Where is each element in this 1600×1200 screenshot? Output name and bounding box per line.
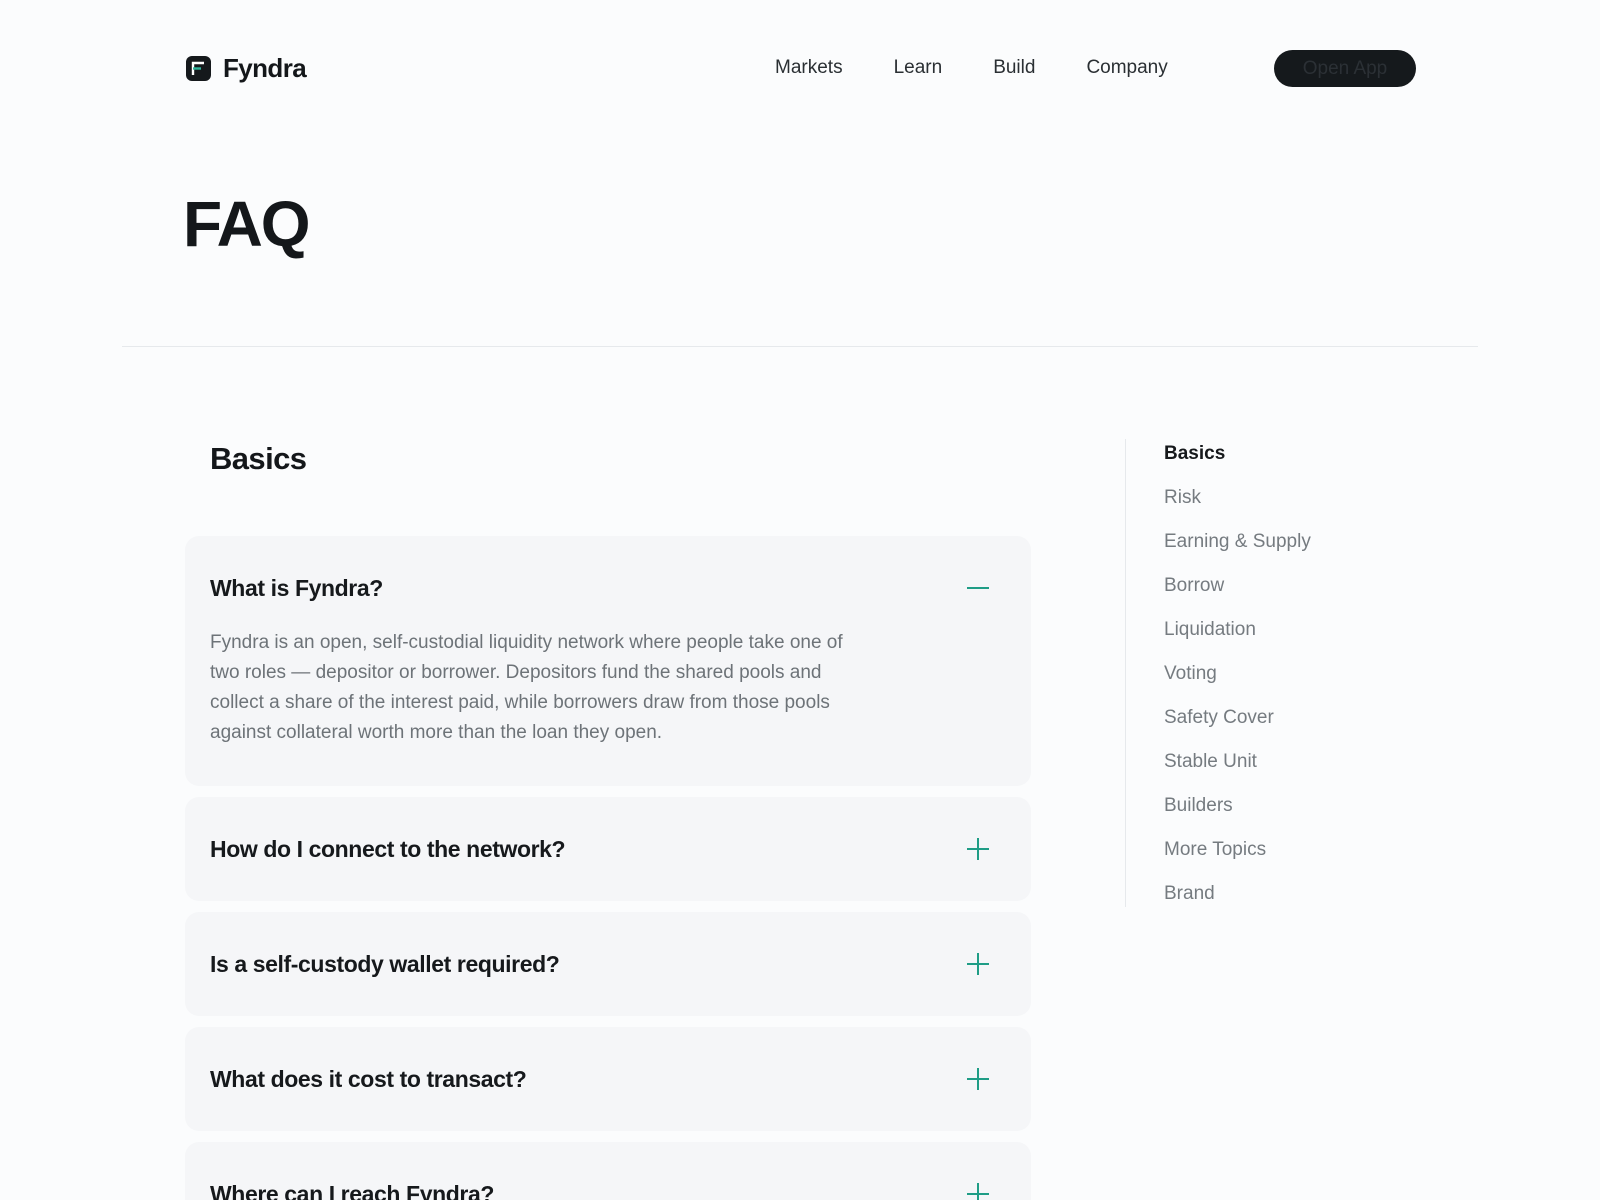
toc-divider — [1125, 439, 1126, 907]
faq-page: Fyndra Markets Learn Build Company Open … — [0, 0, 1600, 1200]
toc-item-earning-supply[interactable]: Earning & Supply — [1164, 530, 1311, 574]
nav-company[interactable]: Company — [1086, 56, 1167, 80]
page-title: FAQ — [183, 188, 311, 260]
nav-build[interactable]: Build — [993, 56, 1035, 80]
faq-item: Is a self-custody wallet required? — [185, 912, 1031, 1016]
toc-item-safety-cover[interactable]: Safety Cover — [1164, 706, 1311, 750]
toc-item-stable-unit[interactable]: Stable Unit — [1164, 750, 1311, 794]
minus-icon[interactable] — [967, 577, 989, 599]
brand-name: Fyndra — [223, 52, 307, 83]
faq-item: What does it cost to transact? — [185, 1027, 1031, 1131]
brand-logo-link[interactable]: Fyndra — [186, 52, 307, 83]
open-app-button[interactable]: Open App — [1274, 50, 1416, 87]
plus-icon[interactable] — [967, 838, 989, 860]
faq-question: What does it cost to transact? — [210, 1065, 527, 1092]
faq-question-toggle[interactable]: What is Fyndra? — [185, 536, 1031, 640]
toc-item-builders[interactable]: Builders — [1164, 794, 1311, 838]
plus-icon[interactable] — [967, 1183, 989, 1200]
toc-item-basics[interactable]: Basics — [1164, 442, 1311, 486]
nav-learn[interactable]: Learn — [894, 56, 943, 80]
header-divider — [122, 346, 1478, 347]
faq-list: What is Fyndra? Fyndra is an open, self-… — [185, 536, 1031, 1200]
faq-item: Where can I reach Fyndra? — [185, 1142, 1031, 1200]
faq-question: Where can I reach Fyndra? — [210, 1180, 494, 1200]
nav-markets[interactable]: Markets — [775, 56, 843, 80]
faq-item: What is Fyndra? Fyndra is an open, self-… — [185, 536, 1031, 786]
faq-question-toggle[interactable]: How do I connect to the network? — [185, 797, 1031, 901]
faq-topic-nav: Basics Risk Earning & Supply Borrow Liqu… — [1164, 442, 1311, 926]
faq-answer: Fyndra is an open, self-custodial liquid… — [210, 632, 843, 743]
fyndra-logo-icon — [186, 55, 211, 81]
plus-icon[interactable] — [967, 953, 989, 975]
toc-item-liquidation[interactable]: Liquidation — [1164, 618, 1311, 662]
faq-question: How do I connect to the network? — [210, 835, 566, 862]
section-title: Basics — [210, 441, 307, 476]
faq-item: How do I connect to the network? — [185, 797, 1031, 901]
faq-question-toggle[interactable]: Where can I reach Fyndra? — [185, 1142, 1031, 1200]
main-nav: Markets Learn Build Company — [775, 56, 1168, 80]
faq-question-toggle[interactable]: Is a self-custody wallet required? — [185, 912, 1031, 1016]
toc-item-brand[interactable]: Brand — [1164, 882, 1311, 926]
faq-question: What is Fyndra? — [210, 574, 383, 601]
toc-item-voting[interactable]: Voting — [1164, 662, 1311, 706]
plus-icon[interactable] — [967, 1068, 989, 1090]
toc-item-more-topics[interactable]: More Topics — [1164, 838, 1311, 882]
faq-question-toggle[interactable]: What does it cost to transact? — [185, 1027, 1031, 1131]
site-header: Fyndra Markets Learn Build Company Open … — [0, 0, 1600, 136]
faq-question: Is a self-custody wallet required? — [210, 950, 560, 977]
toc-item-borrow[interactable]: Borrow — [1164, 574, 1311, 618]
toc-item-risk[interactable]: Risk — [1164, 486, 1311, 530]
